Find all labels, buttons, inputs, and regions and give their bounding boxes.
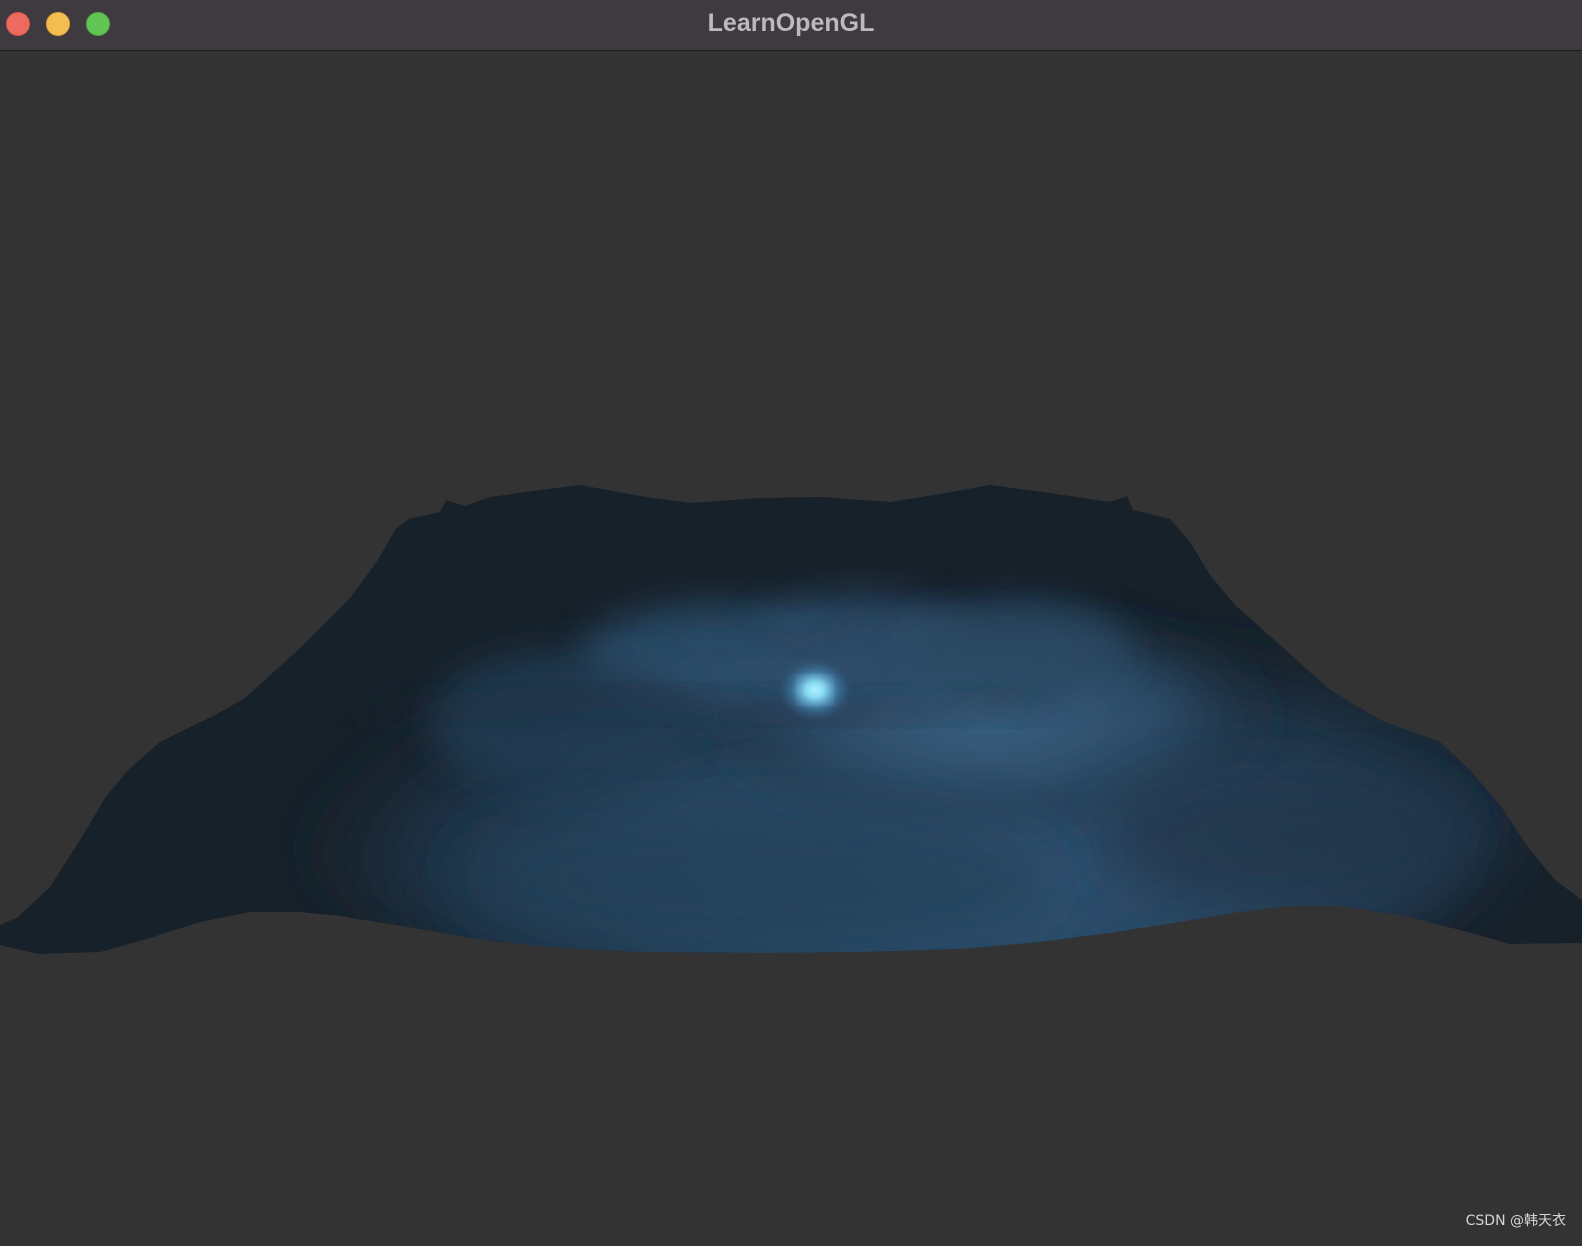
terrain-mesh: [0, 485, 1582, 954]
app-window: LearnOpenGL CSDN @韩天衣: [0, 0, 1582, 1246]
watermark-text: CSDN @韩天衣: [1465, 1213, 1566, 1229]
title-bar[interactable]: LearnOpenGL: [0, 0, 1582, 51]
opengl-viewport[interactable]: [0, 52, 1582, 1246]
window-title: LearnOpenGL: [707, 9, 875, 37]
terrain-render: [0, 485, 1582, 954]
